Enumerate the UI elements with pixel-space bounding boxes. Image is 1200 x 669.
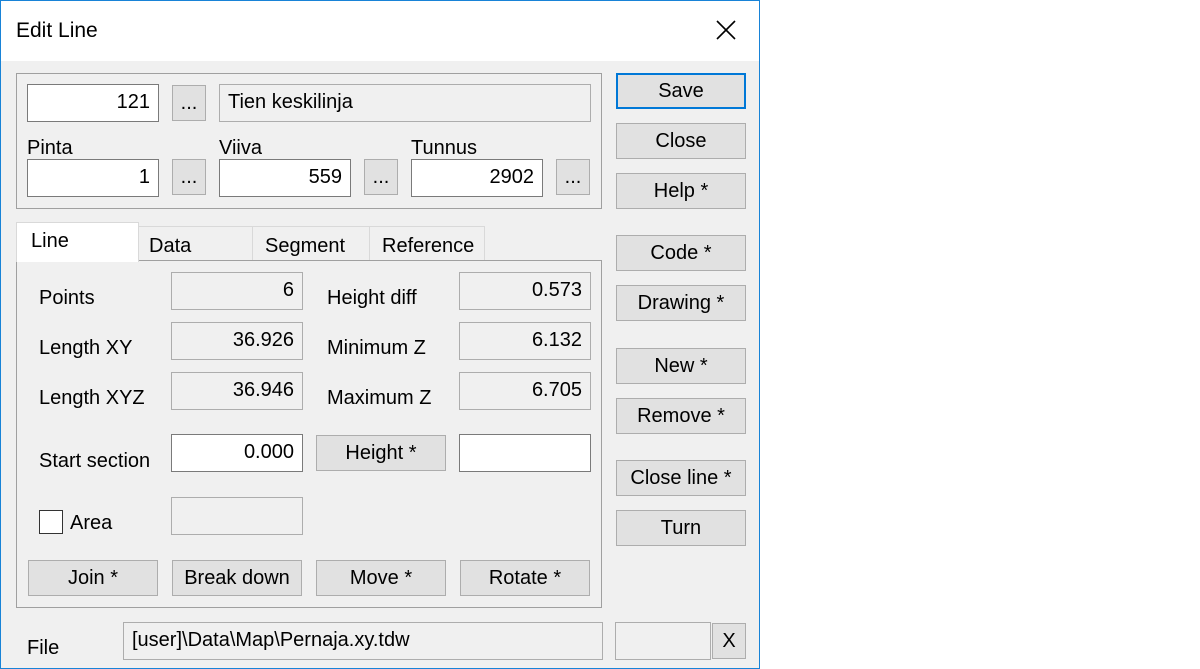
file-path-field: [user]\Data\Map\Pernaja.xy.tdw [123,622,603,660]
break-down-button[interactable]: Break down [172,560,302,596]
start-section-input[interactable]: 0.000 [171,434,303,472]
area-checkbox[interactable] [39,510,63,534]
points-value: 6 [171,272,303,310]
tab-data[interactable]: Data [136,226,253,260]
edit-line-dialog: Edit Line 121 ... Tien keskilinja Pinta … [0,0,760,669]
height-diff-value: 0.573 [459,272,591,310]
help-button[interactable]: Help * [616,173,746,209]
title-bar: Edit Line [1,1,759,61]
viiva-input[interactable]: 559 [219,159,351,197]
file-label: File [27,637,60,659]
clear-file-button[interactable]: X [712,623,746,659]
pinta-input[interactable]: 1 [27,159,159,197]
length-xyz-label: Length XYZ [39,387,145,409]
close-line-button[interactable]: Close line * [616,460,746,496]
close-window-button[interactable] [706,13,746,49]
minimum-z-value: 6.132 [459,322,591,360]
move-button[interactable]: Move * [316,560,446,596]
area-label: Area [70,512,113,534]
points-label: Points [39,287,95,309]
tab-reference[interactable]: Reference [369,226,485,260]
browse-code-button[interactable]: ... [172,85,206,121]
turn-button[interactable]: Turn [616,510,746,546]
length-xy-label: Length XY [39,337,133,359]
code-number-input[interactable]: 121 [27,84,159,122]
viiva-label: Viiva [219,137,262,159]
height-button[interactable]: Height * [316,435,446,471]
new-button[interactable]: New * [616,348,746,384]
length-xyz-value: 36.946 [171,372,303,410]
close-button[interactable]: Close [616,123,746,159]
tab-segment[interactable]: Segment [252,226,370,260]
area-value [171,497,303,535]
remove-button[interactable]: Remove * [616,398,746,434]
maximum-z-label: Maximum Z [327,387,432,409]
rotate-button[interactable]: Rotate * [460,560,590,596]
tunnus-label: Tunnus [411,137,477,159]
browse-viiva-button[interactable]: ... [364,159,398,195]
tunnus-input[interactable]: 2902 [411,159,543,197]
browse-pinta-button[interactable]: ... [172,159,206,195]
pinta-label: Pinta [27,137,73,159]
minimum-z-label: Minimum Z [327,337,426,359]
close-icon [716,20,736,40]
height-input[interactable] [459,434,591,472]
tab-line[interactable]: Line [16,222,139,262]
height-diff-label: Height diff [327,287,417,309]
start-section-label: Start section [39,450,151,472]
browse-tunnus-button[interactable]: ... [556,159,590,195]
window-title: Edit Line [16,19,98,42]
join-button[interactable]: Join * [28,560,158,596]
drawing-button[interactable]: Drawing * [616,285,746,321]
file-extra-field [615,622,711,660]
maximum-z-value: 6.705 [459,372,591,410]
code-name-field: Tien keskilinja [219,84,591,122]
save-button[interactable]: Save [616,73,746,109]
length-xy-value: 36.926 [171,322,303,360]
code-button[interactable]: Code * [616,235,746,271]
